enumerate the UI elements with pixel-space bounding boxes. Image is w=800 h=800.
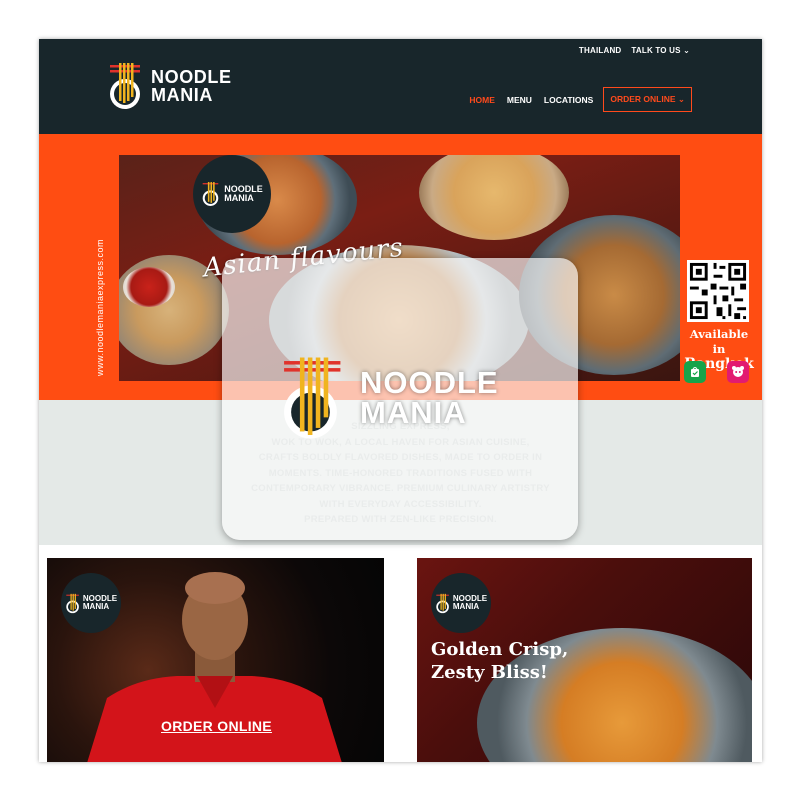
website-url-vertical: www.noodlemaniaexpress.com [95,238,105,376]
nav-menu[interactable]: MENU [505,91,534,109]
sauce-bowl [123,267,175,307]
talk-to-us-dropdown[interactable]: TALK TO US ⌄ [631,46,690,55]
overlay-brand-line2: MANIA [360,395,467,430]
grabfood-app-icon[interactable] [684,361,706,383]
promo-card-order-online[interactable]: NOODLE MANIA ORDER ONLINE [47,558,384,762]
brand-line2: MANIA [151,85,213,105]
foodpanda-app-icon[interactable] [727,361,749,383]
overlay-brand-line1: NOODLE [360,365,499,400]
available-in-text: Available in [689,327,749,356]
loading-overlay-card: NOODLE MANIA [222,258,578,540]
noodle-bowl-logo-icon [436,593,449,613]
card-logo-badge: NOODLE MANIA [431,573,491,633]
country-selector[interactable]: THAILAND [579,46,621,55]
noodle-bowl-logo-icon [284,357,341,439]
bag-icon [691,367,699,377]
nav-home[interactable]: HOME [467,91,497,109]
brand-logo[interactable]: NOODLE MANIA [107,61,232,111]
panda-icon [732,366,744,377]
brand-line1: NOODLE [151,67,232,87]
order-online-dropdown-button[interactable]: ORDER ONLINE ⌄ [603,87,692,112]
top-nav: THAILAND TALK TO US ⌄ [579,46,690,55]
badge-line2: MANIA [224,193,254,203]
overlay-logo: NOODLE MANIA [280,354,499,442]
main-nav: HOME MENU LOCATIONS ORDER ONLINE ⌄ [467,87,692,112]
order-online-link[interactable]: ORDER ONLINE [161,718,272,734]
noodle-bowl-logo-icon [110,63,140,109]
promo-card-golden-crisp[interactable]: NOODLE MANIA Golden Crisp, Zesty Bliss! [417,558,752,762]
site-header: THAILAND TALK TO US ⌄ NOODLE MANIA HOME … [39,39,762,134]
qr-code-icon[interactable] [687,260,749,322]
banner-logo-badge: NOODLE MANIA [193,155,271,233]
headline-line1: Golden Crisp, [431,639,569,660]
badge-line2: MANIA [452,602,480,611]
golden-crisp-headline: Golden Crisp, Zesty Bliss! [431,638,568,684]
prawn-cracker-bowl [419,155,569,240]
noodle-bowl-logo-icon [202,182,219,206]
headline-line2: Zesty Bliss! [431,662,548,683]
nav-locations[interactable]: LOCATIONS [542,91,595,109]
